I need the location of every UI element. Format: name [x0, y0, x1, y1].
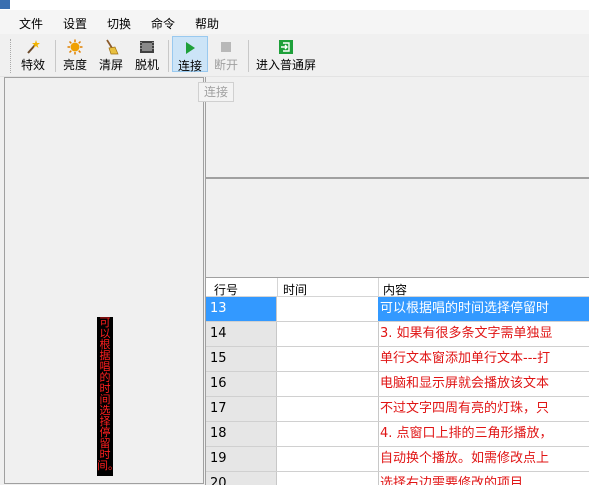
time-cell[interactable] [277, 322, 379, 346]
toolbar-grip[interactable] [10, 39, 13, 73]
clear-screen-button[interactable]: 清屏 [96, 36, 126, 72]
table-row[interactable]: 14 3. 如果有很多条文字需单独显 [206, 322, 589, 347]
content-cell[interactable]: 4. 点窗口上排的三角形播放， [378, 422, 589, 446]
time-cell[interactable] [277, 397, 379, 421]
table-row[interactable]: 15 单行文本窗添加单行文本---打 [206, 347, 589, 372]
row-number-cell[interactable]: 13 [206, 297, 277, 321]
menu-file[interactable]: 文件 [19, 15, 43, 32]
grid-header: 行号 时间 内容 [206, 278, 589, 297]
time-cell[interactable] [277, 372, 379, 396]
stop-icon [218, 39, 234, 55]
content-cell[interactable]: 自动换个播放。如需修改点上 [378, 447, 589, 471]
content-cell[interactable]: 可以根据唱的时间选择停留时 [378, 297, 589, 321]
connect-label: 连接 [177, 59, 202, 73]
clear-screen-label: 清屏 [98, 58, 123, 72]
time-cell[interactable] [277, 422, 379, 446]
normal-screen-label: 进入普通屏 [255, 58, 316, 72]
column-divider[interactable] [277, 278, 278, 296]
led-preview: 可以根据唱的时间选择停留时间。 [97, 317, 113, 476]
content-cell[interactable]: 不过文字四周有亮的灯珠，只 [378, 397, 589, 421]
floating-connect-button[interactable]: 连接 [198, 82, 234, 102]
film-icon [139, 39, 155, 55]
broom-icon [103, 39, 119, 55]
content-cell[interactable]: 电脑和显示屏就会播放该文本 [378, 372, 589, 396]
table-row[interactable]: 18 4. 点窗口上排的三角形播放， [206, 422, 589, 447]
app-icon [0, 0, 10, 9]
offline-button[interactable]: 脱机 [132, 36, 162, 72]
text-grid: 行号 时间 内容 13 可以根据唱的时间选择停留时 14 3. 如果有很多条文字需单独… [205, 277, 589, 485]
table-row[interactable]: 19 自动换个播放。如需修改点上 [206, 447, 589, 472]
time-cell[interactable] [277, 297, 379, 321]
column-header-line[interactable]: 行号 [214, 281, 238, 298]
play-icon [182, 40, 198, 56]
magic-wand-icon [25, 39, 41, 55]
menu-command[interactable]: 命令 [151, 15, 175, 32]
disconnect-label: 断开 [213, 58, 238, 72]
menu-switch[interactable]: 切换 [107, 15, 131, 32]
content-cell[interactable]: 单行文本窗添加单行文本---打 [378, 347, 589, 371]
effects-label: 特效 [20, 58, 45, 72]
content-cell[interactable]: 选择右边需要修改的项目 [378, 472, 589, 485]
toolbar-separator [55, 40, 56, 72]
offline-label: 脱机 [134, 58, 159, 72]
column-header-content[interactable]: 内容 [383, 281, 407, 298]
column-header-time[interactable]: 时间 [283, 281, 307, 298]
toolbar-separator [248, 40, 249, 72]
menu-help[interactable]: 帮助 [195, 15, 219, 32]
connect-button[interactable]: 连接 [172, 36, 208, 73]
table-row[interactable]: 16 电脑和显示屏就会播放该文本 [206, 372, 589, 397]
disconnect-button[interactable]: 断开 [210, 36, 242, 72]
row-number-cell[interactable]: 15 [206, 347, 277, 371]
row-number-cell[interactable]: 17 [206, 397, 277, 421]
toolbar: 特效 亮度 清屏 脱机 连接 断开 进入普通屏 [0, 34, 589, 77]
table-row[interactable]: 13 可以根据唱的时间选择停留时 [206, 297, 589, 322]
upper-right-pane [205, 77, 589, 178]
table-row[interactable]: 17 不过文字四周有亮的灯珠，只 [206, 397, 589, 422]
exit-icon [278, 39, 294, 55]
row-number-cell[interactable]: 16 [206, 372, 277, 396]
table-row[interactable]: 20 选择右边需要修改的项目 [206, 472, 589, 485]
toolbar-separator [168, 40, 169, 72]
sun-icon [67, 39, 83, 55]
title-strip [0, 0, 589, 10]
content-cell[interactable]: 3. 如果有很多条文字需单独显 [378, 322, 589, 346]
row-number-cell[interactable]: 19 [206, 447, 277, 471]
brightness-button[interactable]: 亮度 [60, 36, 90, 72]
row-number-cell[interactable]: 14 [206, 322, 277, 346]
menu-settings[interactable]: 设置 [63, 15, 87, 32]
middle-right-pane [205, 178, 589, 278]
column-divider[interactable] [378, 278, 379, 296]
time-cell[interactable] [277, 347, 379, 371]
effects-button[interactable]: 特效 [16, 36, 50, 72]
row-number-cell[interactable]: 18 [206, 422, 277, 446]
led-preview-text: 可以根据唱的时间选择停留时间。 [97, 317, 113, 472]
brightness-label: 亮度 [62, 58, 87, 72]
row-number-cell[interactable]: 20 [206, 472, 277, 485]
normal-screen-button[interactable]: 进入普通屏 [253, 36, 319, 72]
time-cell[interactable] [277, 447, 379, 471]
time-cell[interactable] [277, 472, 379, 485]
menu-bar: 文件 设置 切换 命令 帮助 [0, 10, 589, 34]
